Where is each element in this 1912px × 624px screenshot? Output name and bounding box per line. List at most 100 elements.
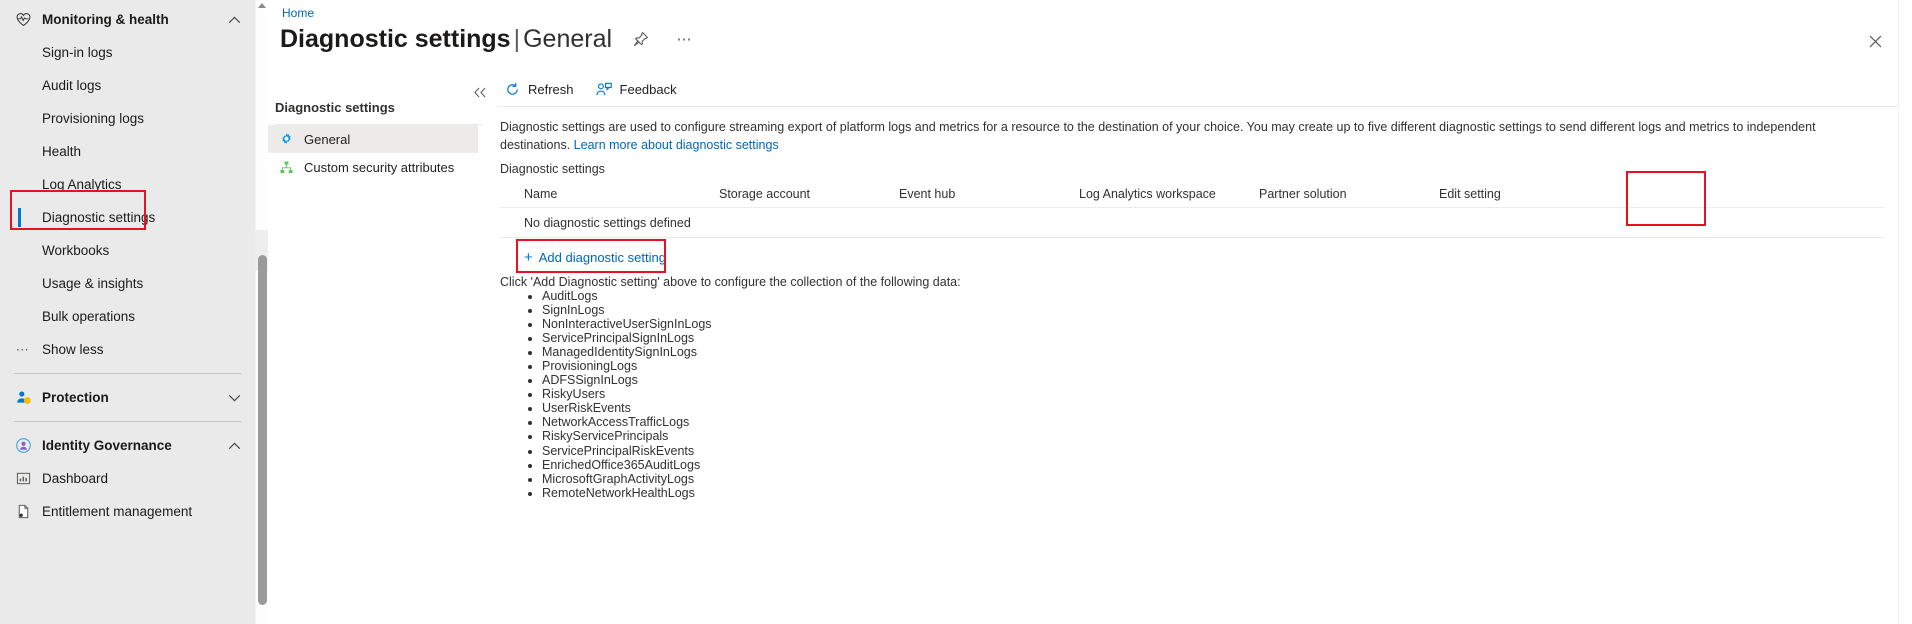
list-item: ManagedIdentitySignInLogs	[542, 345, 712, 360]
scroll-up-arrow-icon[interactable]	[258, 3, 266, 8]
chevron-up-icon[interactable]	[221, 442, 247, 450]
sidebar-item-label: Diagnostic settings	[42, 210, 156, 225]
list-item: AuditLogs	[542, 289, 712, 304]
sidebar-item-usage-insights[interactable]: Usage & insights	[0, 267, 255, 300]
feedback-button[interactable]: Feedback	[590, 75, 685, 103]
column-header-edit-setting[interactable]: Edit setting	[1415, 187, 1575, 201]
page-title-sub: General	[523, 25, 613, 53]
blade-menu-item-general[interactable]: General	[268, 125, 478, 153]
toolbar-divider	[498, 106, 1898, 107]
page-scrollbar[interactable]	[1898, 0, 1912, 624]
nav-group-protection[interactable]: Protection	[0, 381, 255, 414]
list-item: EnrichedOffice365AuditLogs	[542, 458, 712, 473]
chevron-up-icon[interactable]	[221, 16, 247, 24]
list-item: RemoteNetworkHealthLogs	[542, 486, 712, 501]
list-item: SignInLogs	[542, 303, 712, 318]
nav-item-icon	[10, 274, 36, 294]
learn-more-link[interactable]: Learn more about diagnostic settings	[574, 138, 779, 152]
sidebar-item-show-less[interactable]: ⋯ Show less	[0, 333, 255, 366]
blade-menu-item-custom-security-attributes[interactable]: Custom security attributes	[268, 153, 478, 181]
add-diagnostic-setting-button[interactable]: + Add diagnostic setting	[500, 250, 666, 265]
blade-menu: Diagnostic settings General Custom secur…	[268, 72, 498, 624]
command-toolbar: Refresh Feedback	[498, 72, 1898, 106]
add-diagnostic-setting-row: + Add diagnostic setting	[500, 242, 666, 272]
sidebar-item-label: Dashboard	[42, 471, 109, 486]
nav-item-icon	[10, 109, 36, 129]
nav-item-icon	[10, 175, 36, 195]
sidebar-item-entitlement-management[interactable]: Entitlement management	[0, 495, 255, 528]
blade-content: Refresh Feedback Diagnostic settings are…	[498, 72, 1898, 624]
sidebar-item-label: Workbooks	[42, 243, 110, 258]
refresh-button-label: Refresh	[528, 81, 574, 97]
sidebar-item-label: Bulk operations	[42, 309, 136, 324]
nav-item-icon	[10, 43, 36, 63]
sidebar-item-workbooks[interactable]: Workbooks	[0, 234, 255, 267]
page-title-separator: |	[513, 25, 521, 53]
nav-item-icon	[10, 142, 36, 162]
list-item: RiskyUsers	[542, 387, 712, 402]
chevron-double-left-icon[interactable]	[470, 82, 490, 102]
column-header-name[interactable]: Name	[500, 187, 695, 201]
portal-sidebar: Monitoring & health Sign-in logs Audit l…	[0, 0, 268, 624]
list-item: ServicePrincipalRiskEvents	[542, 444, 712, 459]
sidebar-item-dashboard[interactable]: Dashboard	[0, 462, 255, 495]
diagnostic-settings-blade: Home Diagnostic settings | General ⋯ Diagn…	[268, 0, 1912, 624]
list-item: ServicePrincipalSignInLogs	[542, 331, 712, 346]
scrollbar-thumb[interactable]	[258, 255, 267, 605]
list-item: RiskyServicePrincipals	[542, 430, 712, 444]
feedback-button-label: Feedback	[619, 81, 677, 97]
sidebar-item-label: Health	[42, 144, 82, 159]
sidebar-item-audit-logs[interactable]: Audit logs	[0, 69, 255, 102]
pin-icon[interactable]	[626, 24, 656, 54]
column-header-partner-solution[interactable]: Partner solution	[1235, 187, 1415, 201]
add-diagnostic-setting-label: Add diagnostic setting	[538, 249, 666, 265]
column-header-storage-account[interactable]: Storage account	[695, 187, 875, 201]
list-item: NetworkAccessTrafficLogs	[542, 415, 712, 430]
ellipsis-icon[interactable]: ⋯	[670, 24, 700, 54]
sidebar-item-label: Log Analytics	[42, 177, 122, 192]
sidebar-item-health[interactable]: Health	[0, 135, 255, 168]
column-header-event-hub[interactable]: Event hub	[875, 187, 1055, 201]
blade-menu-item-label: Custom security attributes	[304, 159, 455, 175]
log-category-list: AuditLogs SignInLogs NonInteractiveUserS…	[500, 289, 712, 501]
diagnostic-settings-table: Name Storage account Event hub Log Analy…	[500, 180, 1884, 238]
close-icon[interactable]	[1860, 26, 1890, 56]
list-item: MicrosoftGraphActivityLogs	[542, 472, 712, 487]
nav-group-label: Identity Governance	[42, 438, 172, 453]
nav-item-icon	[10, 76, 36, 96]
breadcrumb[interactable]: Home	[282, 6, 314, 20]
sidebar-item-label: Show less	[42, 342, 104, 357]
column-header-log-analytics-workspace[interactable]: Log Analytics workspace	[1055, 187, 1235, 201]
sidebar-item-sign-in-logs[interactable]: Sign-in logs	[0, 36, 255, 69]
blade-menu-title: Diagnostic settings	[275, 100, 395, 115]
sidebar-item-diagnostic-settings[interactable]: Diagnostic settings	[0, 201, 255, 234]
sidebar-item-provisioning-logs[interactable]: Provisioning logs	[0, 102, 255, 135]
chevron-down-icon[interactable]	[221, 394, 247, 402]
sidebar-item-log-analytics[interactable]: Log Analytics	[0, 168, 255, 201]
table-header-row: Name Storage account Event hub Log Analy…	[500, 180, 1884, 208]
sidebar-item-bulk-operations[interactable]: Bulk operations	[0, 300, 255, 333]
blade-menu-item-label: General	[304, 131, 351, 147]
plus-icon: +	[524, 248, 533, 266]
sidebar-item-label: Provisioning logs	[42, 111, 145, 126]
list-item: UserRiskEvents	[542, 401, 712, 416]
sidebar-item-label: Sign-in logs	[42, 45, 113, 60]
heart-pulse-icon	[10, 10, 36, 30]
azure-portal: Monitoring & health Sign-in logs Audit l…	[0, 0, 1912, 624]
nav-group-label: Protection	[42, 390, 109, 405]
nav-item-icon	[10, 307, 36, 327]
nav-group-identity-governance[interactable]: Identity Governance	[0, 429, 255, 462]
blade-menu-list: General Custom security attributes	[268, 125, 478, 181]
portal-sidebar-scroll-region: Monitoring & health Sign-in logs Audit l…	[0, 0, 255, 624]
page-title: Diagnostic settings | General	[280, 22, 612, 56]
portal-sidebar-scrollbar[interactable]	[255, 0, 268, 624]
table-row: No diagnostic settings defined	[500, 208, 1884, 238]
refresh-button[interactable]: Refresh	[498, 75, 582, 103]
nav-item-icon	[10, 208, 36, 228]
hierarchy-icon	[275, 158, 297, 176]
nav-group-monitoring-health[interactable]: Monitoring & health	[0, 3, 255, 36]
nav-divider	[14, 373, 241, 374]
shield-person-icon	[10, 388, 36, 408]
gear-icon	[275, 130, 297, 148]
blade-header: Diagnostic settings | General ⋯	[280, 22, 700, 56]
